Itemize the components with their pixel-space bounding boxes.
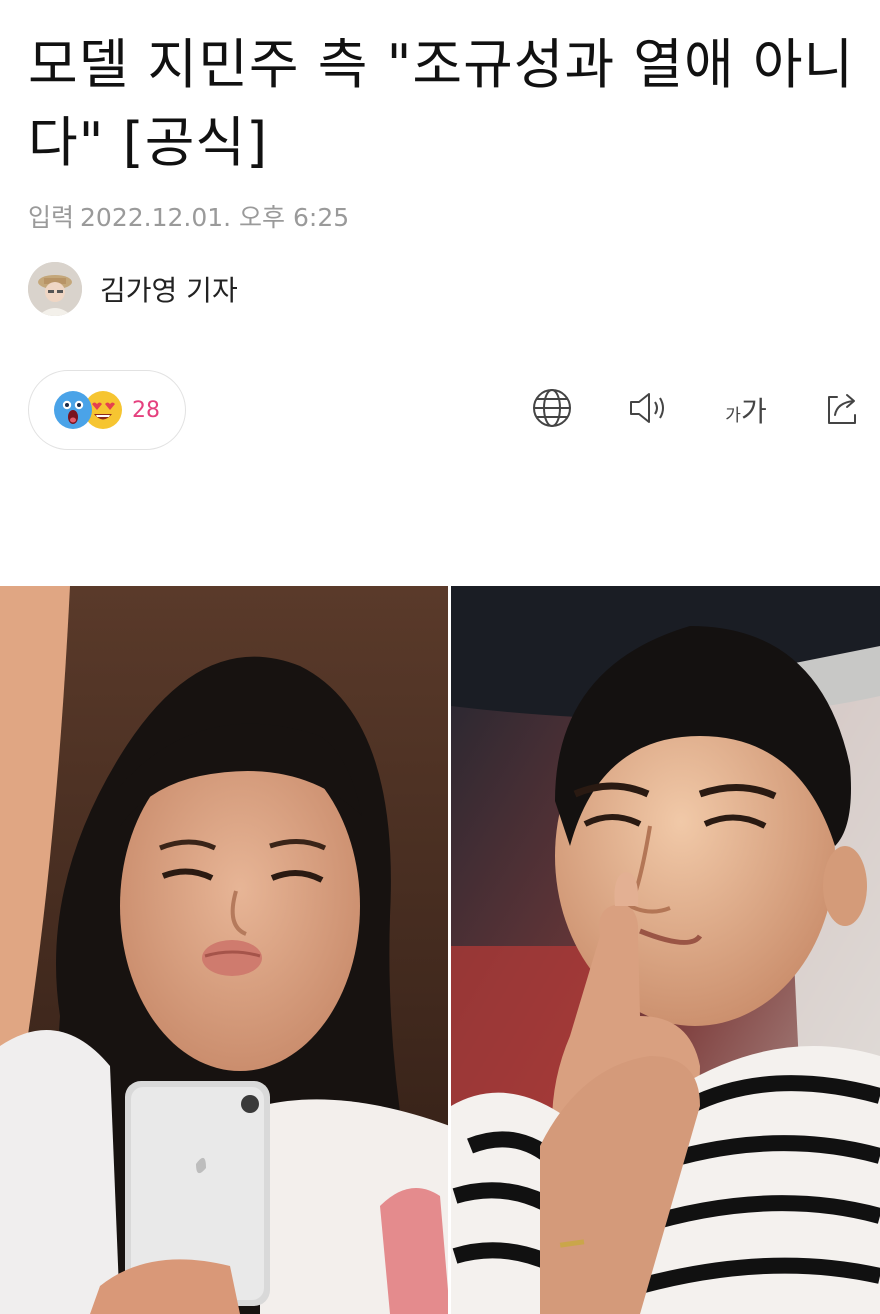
published-time: 2022.12.01. 오후 6:25 <box>80 203 350 232</box>
reporter-name[interactable]: 김가영 기자 <box>100 269 238 309</box>
speaker-icon <box>625 388 671 432</box>
byline[interactable]: 김가영 기자 <box>28 262 238 316</box>
font-size-button[interactable]: 가가 <box>716 382 776 438</box>
article-page: 모델 지민주 측 "조규성과 열애 아니다" [공식] 입력 2022.12.01… <box>0 0 880 1314</box>
font-size-small-glyph: 가 <box>725 406 741 426</box>
globe-icon <box>531 387 573 433</box>
reaction-button[interactable]: 28 <box>28 370 186 450</box>
reporter-avatar[interactable] <box>28 262 82 316</box>
article-photo <box>0 586 880 1314</box>
meta-input-label: 입력 <box>28 203 75 232</box>
share-icon <box>821 387 863 433</box>
article-meta: 입력 2022.12.01. 오후 6:25 <box>28 198 349 234</box>
shocked-face-icon <box>54 391 92 429</box>
read-aloud-button[interactable] <box>620 382 676 438</box>
article-headline: 모델 지민주 측 "조규성과 열애 아니다" [공식] <box>28 33 855 174</box>
font-size-icon: 가가 <box>725 390 766 430</box>
share-button[interactable] <box>814 382 870 438</box>
translate-button[interactable] <box>524 382 580 438</box>
reaction-count: 28 <box>132 397 160 423</box>
font-size-large-glyph: 가 <box>740 395 767 428</box>
